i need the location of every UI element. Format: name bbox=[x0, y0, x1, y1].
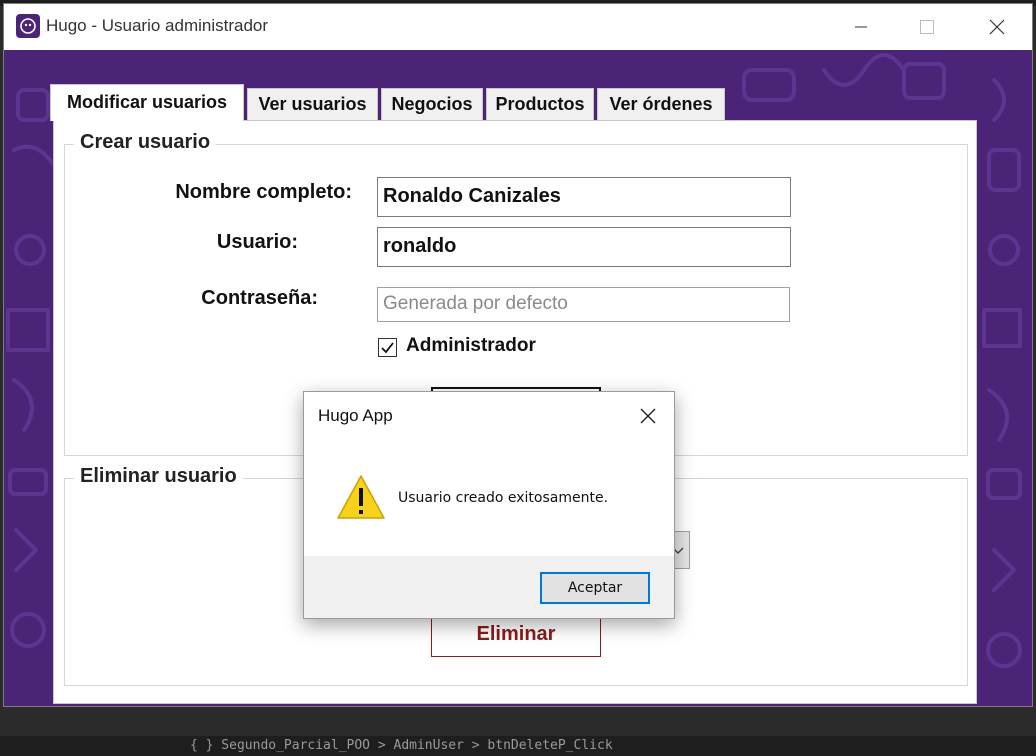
window-title: Hugo - Usuario administrador bbox=[46, 16, 269, 35]
tab-ver-usuarios[interactable]: Ver usuarios bbox=[247, 88, 378, 120]
tab-ver-ordenes[interactable]: Ver órdenes bbox=[597, 88, 725, 120]
title-bar: Hugo - Usuario administrador bbox=[4, 4, 1032, 50]
create-user-group-title: Crear usuario bbox=[74, 131, 217, 154]
minimize-button[interactable] bbox=[838, 4, 884, 50]
username-field[interactable]: ronaldo bbox=[377, 227, 791, 267]
password-label: Contraseña: bbox=[201, 287, 318, 309]
warning-icon bbox=[337, 475, 385, 519]
tab-modificar-usuarios[interactable]: Modificar usuarios bbox=[50, 84, 244, 121]
dialog-message: Usuario creado exitosamente. bbox=[398, 490, 609, 506]
hugo-logo-icon bbox=[16, 14, 40, 38]
password-field[interactable]: Generada por defecto bbox=[377, 287, 790, 322]
editor-breadcrumb: { } Segundo_Parcial_POO > AdminUser > bt… bbox=[0, 736, 1036, 756]
fullname-field[interactable]: Ronaldo Canizales bbox=[377, 177, 791, 217]
admin-checkbox[interactable] bbox=[378, 338, 397, 357]
ok-button[interactable]: Aceptar bbox=[540, 572, 650, 604]
close-icon bbox=[640, 408, 656, 424]
tab-productos[interactable]: Productos bbox=[486, 88, 594, 120]
dialog-close-button[interactable] bbox=[632, 400, 664, 432]
maximize-button[interactable] bbox=[904, 4, 950, 50]
tab-negocios[interactable]: Negocios bbox=[381, 88, 483, 120]
username-label: Usuario: bbox=[216, 231, 298, 253]
message-dialog: Hugo App Usuario creado exitosamente. Ac… bbox=[303, 391, 675, 619]
dialog-title: Hugo App bbox=[318, 406, 393, 425]
delete-user-group-title: Eliminar usuario bbox=[74, 465, 243, 488]
admin-checkbox-label: Administrador bbox=[406, 335, 536, 356]
fullname-label: Nombre completo: bbox=[175, 181, 352, 203]
checkmark-icon bbox=[381, 342, 394, 354]
close-button[interactable] bbox=[974, 4, 1020, 50]
